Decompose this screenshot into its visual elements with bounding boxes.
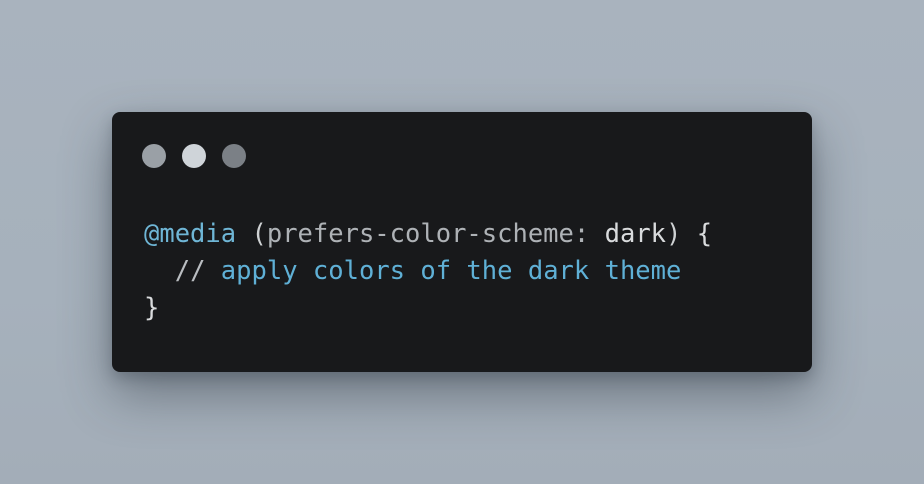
comment-text: apply colors of the dark theme <box>220 256 682 286</box>
close-paren: ) <box>666 219 682 249</box>
code-line-3: } <box>144 290 712 327</box>
media-feature-value: dark <box>604 219 667 249</box>
window-controls <box>142 144 246 168</box>
close-dot-icon <box>142 144 166 168</box>
code-window: @media (prefers-color-scheme: dark) { //… <box>112 112 812 372</box>
close-brace: } <box>144 293 160 323</box>
media-feature: prefers-color-scheme: <box>266 219 590 249</box>
minimize-dot-icon <box>182 144 206 168</box>
maximize-dot-icon <box>222 144 246 168</box>
open-paren: ( <box>251 219 267 249</box>
code-block: @media (prefers-color-scheme: dark) { //… <box>144 216 712 327</box>
comment-marker: // <box>174 256 206 286</box>
code-line-2: // apply colors of the dark theme <box>144 253 712 290</box>
open-brace: { <box>696 219 713 249</box>
code-line-1: @media (prefers-color-scheme: dark) { <box>144 216 712 253</box>
at-rule-keyword: @media <box>144 219 237 249</box>
